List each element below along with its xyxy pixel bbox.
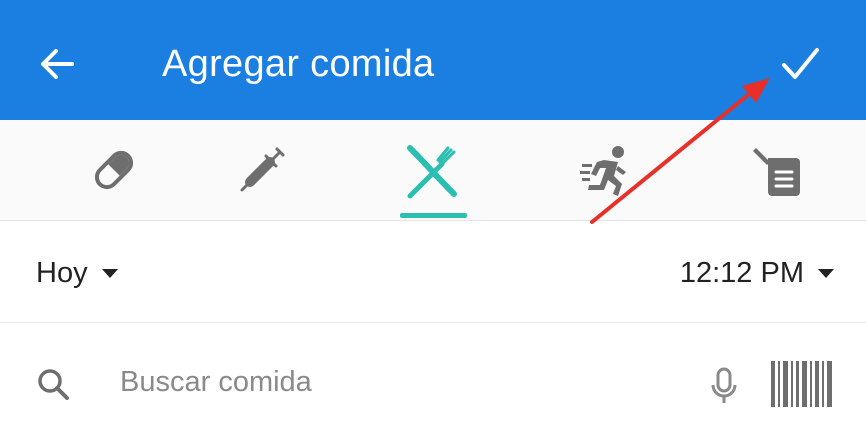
syringe-icon [240,147,285,192]
date-dropdown[interactable]: Hoy [36,253,118,293]
tab-food[interactable] [358,120,498,220]
search-input[interactable] [120,359,640,405]
arrow-left-icon [41,49,74,79]
search-icon [38,369,69,400]
date-value: Hoy [36,256,88,289]
tab-notes[interactable] [708,120,848,220]
tab-insulin[interactable] [192,120,332,220]
category-tabs [0,120,866,221]
time-dropdown[interactable]: 12:12 PM [680,253,834,293]
microphone-icon[interactable] [710,367,738,407]
running-icon [580,146,626,196]
search-row [0,323,866,442]
back-button[interactable] [34,40,82,88]
barcode-icon[interactable] [771,361,833,407]
page-title: Agregar comida [162,43,435,85]
check-icon [782,48,819,79]
app-bar: Agregar comida [0,0,866,120]
chevron-down-icon [818,268,834,278]
selected-tab-indicator [400,213,467,218]
chevron-down-icon [101,268,118,278]
tab-medication[interactable] [44,120,184,220]
fork-knife-icon [407,145,457,199]
note-tag-icon [753,148,800,196]
save-button[interactable] [774,40,826,88]
time-value: 12:12 PM [679,256,804,289]
date-time-row: Hoy 12:12 PM [0,221,866,323]
pill-icon [94,150,134,190]
tab-exercise[interactable] [536,120,676,220]
